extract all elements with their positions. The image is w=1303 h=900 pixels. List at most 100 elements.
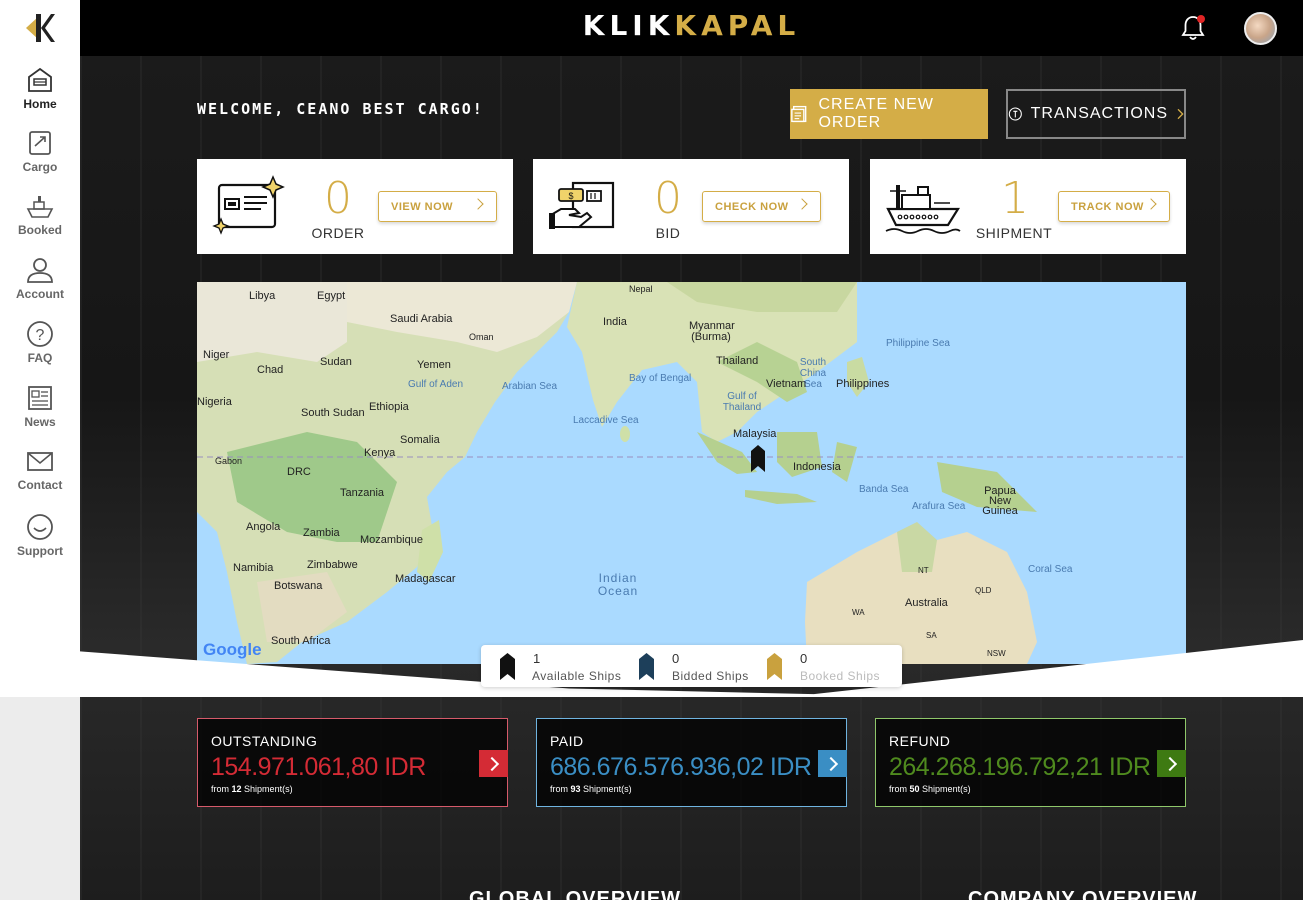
- sidebar-item-news[interactable]: News: [0, 384, 80, 440]
- shipment-label: SHIPMENT: [975, 225, 1053, 241]
- sidebar-item-faq[interactable]: ? FAQ: [0, 320, 80, 376]
- paid-shipments: from 93 Shipment(s): [550, 784, 632, 794]
- outstanding-shipments: from 12 Shipment(s): [211, 784, 293, 794]
- map-label: Oman: [469, 332, 494, 342]
- chevron-right-icon: [1177, 108, 1184, 120]
- create-order-button[interactable]: CREATE NEW ORDER: [790, 89, 988, 139]
- outstanding-panel: OUTSTANDING 154.971.061,80 IDR from 12 S…: [197, 718, 508, 807]
- legend-count: 0: [672, 651, 680, 666]
- support-icon: [26, 513, 54, 541]
- map-label: Philippine Sea: [886, 338, 950, 349]
- paid-title: PAID: [550, 733, 584, 749]
- map-label: Myanmar (Burma): [689, 320, 735, 343]
- booked-icon: [26, 192, 54, 220]
- refund-amount: 264.268.196.792,21 IDR: [889, 753, 1151, 781]
- map-label: DRC: [287, 466, 311, 478]
- sidebar-item-contact[interactable]: Contact: [0, 447, 80, 503]
- map-label: Laccadive Sea: [573, 415, 639, 426]
- sidebar-item-cargo[interactable]: Cargo: [0, 129, 80, 185]
- shipment-count: 1: [1001, 173, 1029, 224]
- map-label: Egypt: [317, 290, 346, 302]
- user-avatar[interactable]: [1244, 12, 1277, 45]
- booked-ship-icon: [767, 653, 782, 680]
- map-label: Philippines: [836, 378, 890, 390]
- sidebar-item-account[interactable]: Account: [0, 256, 80, 312]
- map-label: NSW: [987, 649, 1006, 658]
- map-label: India: [603, 316, 627, 328]
- contact-icon: [26, 447, 54, 475]
- shipment-card-icon: [884, 175, 961, 239]
- outstanding-amount: 154.971.061,80 IDR: [211, 753, 426, 781]
- map-label: Saudi Arabia: [390, 313, 453, 325]
- map-label: Bay of Bengal: [629, 373, 692, 384]
- map-label: Yemen: [417, 359, 451, 371]
- shipment-card: 1 SHIPMENT TRACK NOW: [870, 159, 1186, 254]
- brand-logo[interactable]: KLIKKAPAL: [80, 9, 1303, 42]
- sidebar-item-booked[interactable]: Booked: [0, 192, 80, 248]
- transactions-button[interactable]: TRANSACTIONS: [1006, 89, 1186, 139]
- sidebar-item-home[interactable]: Home: [0, 66, 80, 122]
- chevron-right-icon: [472, 198, 484, 210]
- map-label: SA: [926, 631, 937, 640]
- map-label: WA: [852, 608, 865, 617]
- map-label: Tanzania: [340, 487, 385, 499]
- legend-count: 0: [800, 651, 808, 666]
- sidebar-item-label: Contact: [17, 478, 63, 492]
- outstanding-arrow-button[interactable]: [479, 750, 508, 777]
- shipping-map[interactable]: Libya Egypt Saudi Arabia Oman Nepal Indi…: [197, 282, 1186, 664]
- svg-text:$: $: [568, 191, 573, 201]
- google-logo: Google: [203, 640, 262, 660]
- bell-icon[interactable]: [1180, 14, 1206, 42]
- map-label: Namibia: [233, 562, 274, 574]
- sidebar-item-support[interactable]: Support: [0, 513, 80, 569]
- sidebar-item-label: Account: [16, 287, 64, 301]
- map-label: Niger: [203, 349, 230, 361]
- sidebar-item-label: Home: [23, 97, 57, 111]
- sidebar: Home Cargo Booked Account ? FAQ News Con…: [0, 0, 80, 900]
- map-label: Kenya: [364, 447, 396, 459]
- map-label: Thailand: [716, 355, 759, 367]
- paid-arrow-button[interactable]: [818, 750, 847, 777]
- map-label: Arabian Sea: [502, 381, 558, 392]
- map-label: Somalia: [400, 434, 440, 446]
- map-label: QLD: [975, 586, 992, 595]
- news-icon: [26, 384, 54, 412]
- bid-label: BID: [655, 225, 681, 241]
- map-label: Indonesia: [793, 461, 841, 473]
- order-count: 0: [324, 173, 352, 224]
- map-label: Zimbabwe: [307, 559, 358, 571]
- map-label: Indian Ocean: [597, 571, 639, 598]
- map-label: Vietnam: [766, 378, 807, 390]
- cargo-icon: [26, 129, 54, 157]
- map-label: Zambia: [303, 527, 340, 539]
- transactions-label: TRANSACTIONS: [1030, 105, 1168, 122]
- track-now-button[interactable]: TRACK NOW: [1058, 191, 1170, 222]
- brand-kapal: KAPAL: [674, 9, 801, 42]
- refund-arrow-button[interactable]: [1157, 750, 1186, 777]
- bid-card: $ 0 BID CHECK NOW: [533, 159, 849, 254]
- app-logo[interactable]: [0, 0, 80, 56]
- map-label: South Sudan: [301, 407, 365, 419]
- map-label: South Africa: [271, 635, 331, 647]
- faq-icon: ?: [26, 320, 54, 348]
- order-card: 0 ORDER VIEW NOW: [197, 159, 513, 254]
- chevron-right-icon: [796, 198, 808, 210]
- map-label: Papua New Guinea: [982, 485, 1018, 517]
- bidded-ship-icon: [639, 653, 654, 680]
- sidebar-item-label: Booked: [17, 223, 62, 237]
- top-bar: KLIKKAPAL: [80, 0, 1303, 56]
- ship-marker-icon[interactable]: [750, 445, 766, 473]
- legend-label: Bidded Ships: [672, 669, 749, 683]
- paid-panel: PAID 686.676.576.936,02 IDR from 93 Ship…: [536, 718, 847, 807]
- map-label: Chad: [257, 364, 284, 376]
- map-label: Botswana: [274, 580, 323, 592]
- google-logo-text: Google: [203, 640, 262, 659]
- create-order-label: CREATE NEW ORDER: [818, 96, 934, 131]
- map-label: Australia: [905, 597, 948, 609]
- refund-title: REFUND: [889, 733, 951, 749]
- map-label: Coral Sea: [1028, 564, 1073, 575]
- brand-klik: KLIK: [582, 9, 675, 42]
- company-overview-heading: COMPANY OVERVIEW: [968, 888, 1198, 900]
- view-now-button[interactable]: VIEW NOW: [378, 191, 497, 222]
- check-now-button[interactable]: CHECK NOW: [702, 191, 821, 222]
